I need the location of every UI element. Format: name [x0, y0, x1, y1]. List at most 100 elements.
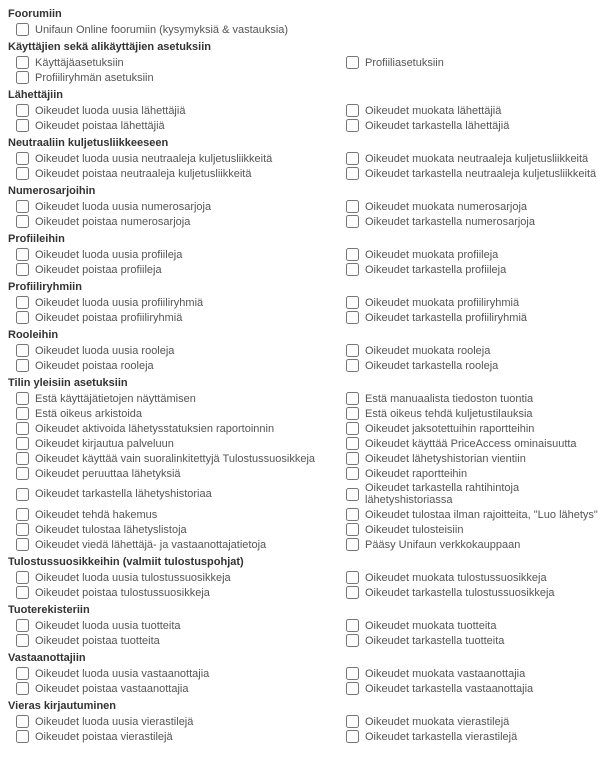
- permission-checkbox[interactable]: [346, 715, 359, 728]
- permission-option[interactable]: Oikeudet poistaa neutraaleja kuljetuslii…: [6, 166, 346, 181]
- permission-option[interactable]: Oikeudet luoda uusia tulostussuosikkeja: [6, 570, 346, 585]
- permission-option[interactable]: Oikeudet tulosteisiin: [346, 522, 601, 537]
- permission-checkbox[interactable]: [16, 392, 29, 405]
- permission-option[interactable]: Unifaun Online foorumiin (kysymyksiä & v…: [6, 22, 609, 37]
- permission-checkbox[interactable]: [16, 538, 29, 551]
- permission-option[interactable]: Oikeudet kirjautua palveluun: [6, 436, 346, 451]
- permission-checkbox[interactable]: [16, 667, 29, 680]
- permission-checkbox[interactable]: [346, 682, 359, 695]
- permission-checkbox[interactable]: [346, 467, 359, 480]
- permission-option[interactable]: Oikeudet muokata rooleja: [346, 343, 601, 358]
- permission-option[interactable]: Oikeudet aktivoida lähetysstatuksien rap…: [6, 421, 346, 436]
- permission-option[interactable]: Oikeudet luoda uusia profiileja: [6, 247, 346, 262]
- permission-checkbox[interactable]: [346, 263, 359, 276]
- permission-checkbox[interactable]: [16, 452, 29, 465]
- permission-checkbox[interactable]: [346, 311, 359, 324]
- permission-checkbox[interactable]: [16, 508, 29, 521]
- permission-option[interactable]: Oikeudet muokata neutraaleja kuljetuslii…: [346, 151, 601, 166]
- permission-checkbox[interactable]: [16, 467, 29, 480]
- permission-option[interactable]: Oikeudet tarkastella vierastilejä: [346, 729, 601, 744]
- permission-checkbox[interactable]: [346, 422, 359, 435]
- permission-option[interactable]: Estä käyttäjätietojen näyttämisen: [6, 391, 346, 406]
- permission-option[interactable]: Käyttäjäasetuksiin: [6, 55, 346, 70]
- permission-checkbox[interactable]: [346, 508, 359, 521]
- permission-option[interactable]: Oikeudet tulostaa ilman rajoitteita, "Lu…: [346, 507, 601, 522]
- permission-checkbox[interactable]: [346, 200, 359, 213]
- permission-checkbox[interactable]: [16, 56, 29, 69]
- permission-option[interactable]: Profiiliryhmän asetuksiin: [6, 70, 609, 85]
- permission-option[interactable]: Oikeudet poistaa tuotteita: [6, 633, 346, 648]
- permission-checkbox[interactable]: [346, 538, 359, 551]
- permission-checkbox[interactable]: [16, 119, 29, 132]
- permission-option[interactable]: Oikeudet luoda uusia tuotteita: [6, 618, 346, 633]
- permission-option[interactable]: Oikeudet poistaa profiiliryhmiä: [6, 310, 346, 325]
- permission-option[interactable]: Oikeudet tarkastella rahtihintoja lähety…: [346, 481, 601, 507]
- permission-option[interactable]: Oikeudet käyttää PriceAccess ominaisuutt…: [346, 436, 601, 451]
- permission-checkbox[interactable]: [16, 586, 29, 599]
- permission-option[interactable]: Oikeudet tarkastella tuotteita: [346, 633, 601, 648]
- permission-option[interactable]: Oikeudet tarkastella profiileja: [346, 262, 601, 277]
- permission-option[interactable]: Oikeudet tulostaa lähetyslistoja: [6, 522, 346, 537]
- permission-option[interactable]: Oikeudet muokata lähettäjiä: [346, 103, 601, 118]
- permission-checkbox[interactable]: [346, 571, 359, 584]
- permission-option[interactable]: Oikeudet tarkastella tulostussuosikkeja: [346, 585, 601, 600]
- permission-checkbox[interactable]: [16, 23, 29, 36]
- permission-checkbox[interactable]: [16, 152, 29, 165]
- permission-checkbox[interactable]: [346, 523, 359, 536]
- permission-option[interactable]: Estä oikeus tehdä kuljetustilauksia: [346, 406, 601, 421]
- permission-checkbox[interactable]: [346, 119, 359, 132]
- permission-option[interactable]: Oikeudet käyttää vain suoralinkitettyjä …: [6, 451, 346, 466]
- permission-checkbox[interactable]: [346, 296, 359, 309]
- permission-option[interactable]: Oikeudet muokata vastaanottajia: [346, 666, 601, 681]
- permission-checkbox[interactable]: [16, 619, 29, 632]
- permission-checkbox[interactable]: [346, 167, 359, 180]
- permission-option[interactable]: Oikeudet poistaa tulostussuosikkeja: [6, 585, 346, 600]
- permission-checkbox[interactable]: [346, 248, 359, 261]
- permission-option[interactable]: Oikeudet tarkastella vastaanottajia: [346, 681, 601, 696]
- permission-checkbox[interactable]: [346, 215, 359, 228]
- permission-checkbox[interactable]: [16, 571, 29, 584]
- permission-option[interactable]: Oikeudet muokata tuotteita: [346, 618, 601, 633]
- permission-option[interactable]: Oikeudet poistaa rooleja: [6, 358, 346, 373]
- permission-option[interactable]: Oikeudet luoda uusia numerosarjoja: [6, 199, 346, 214]
- permission-option[interactable]: Oikeudet poistaa numerosarjoja: [6, 214, 346, 229]
- permission-option[interactable]: Oikeudet luoda uusia neutraaleja kuljetu…: [6, 151, 346, 166]
- permission-option[interactable]: Estä manuaalista tiedoston tuontia: [346, 391, 601, 406]
- permission-checkbox[interactable]: [16, 248, 29, 261]
- permission-option[interactable]: Oikeudet tarkastella numerosarjoja: [346, 214, 601, 229]
- permission-option[interactable]: Oikeudet lähetyshistorian vientiin: [346, 451, 601, 466]
- permission-checkbox[interactable]: [346, 634, 359, 647]
- permission-option[interactable]: Oikeudet luoda uusia vierastilejä: [6, 714, 346, 729]
- permission-checkbox[interactable]: [16, 296, 29, 309]
- permission-checkbox[interactable]: [16, 437, 29, 450]
- permission-checkbox[interactable]: [346, 104, 359, 117]
- permission-checkbox[interactable]: [16, 215, 29, 228]
- permission-checkbox[interactable]: [346, 619, 359, 632]
- permission-option[interactable]: Oikeudet muokata tulostussuosikkeja: [346, 570, 601, 585]
- permission-checkbox[interactable]: [16, 359, 29, 372]
- permission-checkbox[interactable]: [16, 407, 29, 420]
- permission-option[interactable]: Oikeudet luoda uusia lähettäjiä: [6, 103, 346, 118]
- permission-option[interactable]: Oikeudet tehdä hakemus: [6, 507, 346, 522]
- permission-checkbox[interactable]: [16, 523, 29, 536]
- permission-checkbox[interactable]: [16, 730, 29, 743]
- permission-checkbox[interactable]: [16, 634, 29, 647]
- permission-checkbox[interactable]: [346, 488, 359, 501]
- permission-option[interactable]: Pääsy Unifaun verkkokauppaan: [346, 537, 601, 552]
- permission-checkbox[interactable]: [346, 392, 359, 405]
- permission-option[interactable]: Oikeudet tarkastella profiiliryhmiä: [346, 310, 601, 325]
- permission-checkbox[interactable]: [346, 407, 359, 420]
- permission-option[interactable]: Oikeudet luoda uusia profiiliryhmiä: [6, 295, 346, 310]
- permission-checkbox[interactable]: [16, 104, 29, 117]
- permission-option[interactable]: Profiiliasetuksiin: [346, 55, 601, 70]
- permission-checkbox[interactable]: [346, 56, 359, 69]
- permission-checkbox[interactable]: [346, 452, 359, 465]
- permission-option[interactable]: Oikeudet muokata numerosarjoja: [346, 199, 601, 214]
- permission-option[interactable]: Oikeudet muokata profiiliryhmiä: [346, 295, 601, 310]
- permission-option[interactable]: Estä oikeus arkistoida: [6, 406, 346, 421]
- permission-checkbox[interactable]: [16, 715, 29, 728]
- permission-option[interactable]: Oikeudet muokata profiileja: [346, 247, 601, 262]
- permission-option[interactable]: Oikeudet tarkastella lähetyshistoriaa: [6, 481, 346, 507]
- permission-checkbox[interactable]: [16, 488, 29, 501]
- permission-option[interactable]: Oikeudet jaksotettuihin raportteihin: [346, 421, 601, 436]
